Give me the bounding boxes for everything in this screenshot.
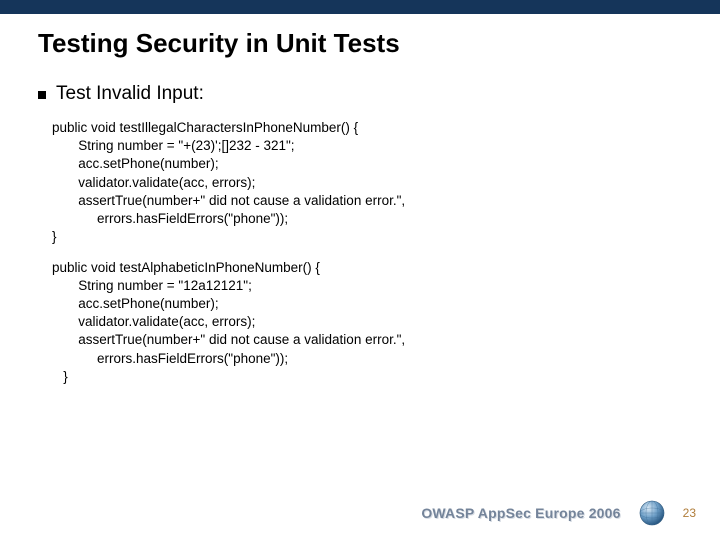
- slide: Testing Security in Unit Tests Test Inva…: [0, 0, 720, 540]
- top-bar: [0, 0, 720, 14]
- globe-icon: [639, 500, 665, 526]
- code-block-1: public void testIllegalCharactersInPhone…: [38, 119, 720, 247]
- bullet-text: Test Invalid Input:: [56, 83, 204, 105]
- bullet-item: Test Invalid Input:: [38, 83, 720, 105]
- footer-text: OWASP AppSec Europe 2006: [421, 505, 620, 521]
- slide-title: Testing Security in Unit Tests: [0, 14, 720, 59]
- content-area: Test Invalid Input: public void testIlle…: [0, 59, 720, 386]
- bullet-square-icon: [38, 91, 46, 99]
- page-number: 23: [683, 506, 696, 520]
- code-block-2: public void testAlphabeticInPhoneNumber(…: [38, 259, 720, 387]
- footer: OWASP AppSec Europe 2006 23: [421, 500, 696, 526]
